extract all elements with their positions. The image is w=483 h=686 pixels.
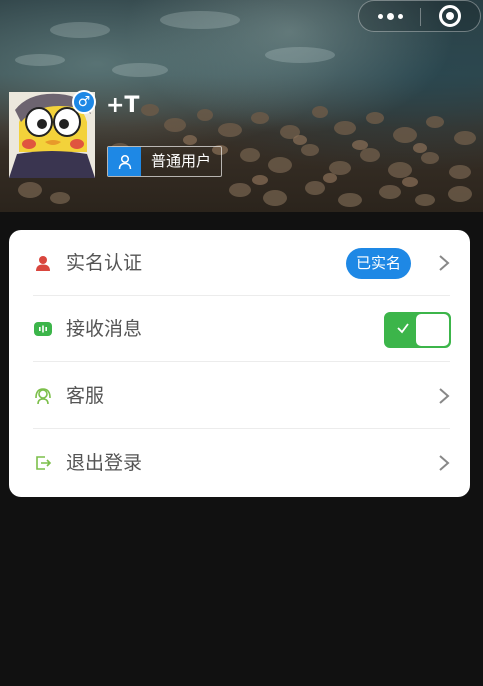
menu-item-customer-service[interactable]: 客服 (9, 363, 470, 429)
menu-item-label: 接收消息 (66, 318, 143, 340)
more-icon[interactable] (372, 6, 408, 26)
logout-icon (33, 453, 53, 473)
chevron-right-icon (439, 255, 450, 271)
role-tag: 普通用户 (107, 146, 223, 177)
menu-item-label: 退出登录 (66, 452, 143, 474)
divider (33, 428, 450, 429)
role-label: 普通用户 (151, 152, 212, 170)
verified-status-badge: 已实名 (346, 248, 411, 279)
user-icon (108, 147, 141, 176)
chevron-right-icon (439, 455, 450, 471)
toggle-knob (416, 314, 449, 346)
close-miniprogram-icon[interactable] (439, 5, 461, 27)
menu-item-real-name-verification[interactable]: 实名认证 已实名 (9, 230, 470, 296)
person-icon (33, 253, 53, 273)
receive-messages-toggle[interactable] (384, 312, 451, 348)
menu-item-label: 客服 (66, 385, 105, 407)
username: +T (106, 93, 140, 118)
gender-male-badge: ♂ (72, 90, 96, 114)
settings-card: 实名认证 已实名 接收消息 客服 退出登录 (9, 230, 470, 497)
check-icon (397, 323, 409, 334)
capsule-divider (420, 8, 421, 26)
menu-item-logout[interactable]: 退出登录 (9, 430, 470, 496)
chevron-right-icon (439, 388, 450, 404)
menu-item-receive-messages: 接收消息 (9, 296, 470, 362)
menu-item-label: 实名认证 (66, 252, 143, 274)
headset-icon (33, 386, 53, 406)
miniprogram-capsule (358, 0, 481, 32)
divider (33, 361, 450, 362)
message-icon (33, 319, 53, 339)
